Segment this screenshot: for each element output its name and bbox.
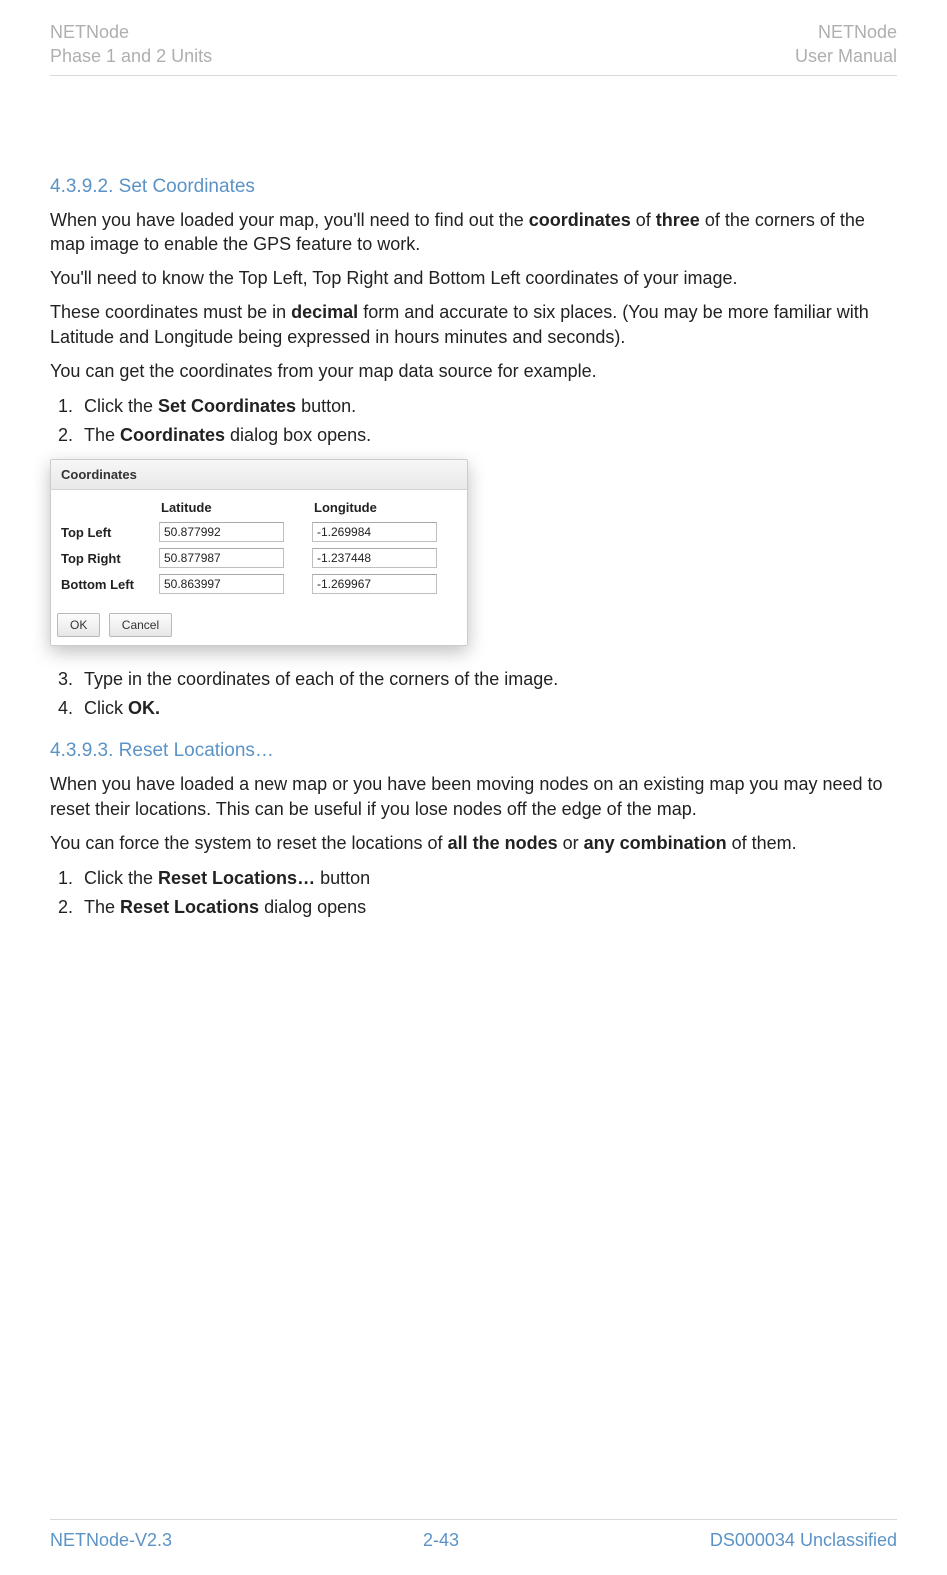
text: Click the — [84, 396, 158, 416]
bold-text: OK. — [128, 698, 160, 718]
header-right-line1: NETNode — [795, 20, 897, 44]
row-label-top-right: Top Right — [57, 545, 155, 571]
row-label-bottom-left: Bottom Left — [57, 571, 155, 597]
footer-right: DS000034 Unclassified — [710, 1530, 897, 1551]
bold-text: Reset Locations — [120, 897, 259, 917]
cancel-button[interactable]: Cancel — [109, 613, 172, 637]
bottom-left-lon-input[interactable] — [312, 574, 437, 594]
text: of them. — [727, 833, 797, 853]
latitude-header: Latitude — [155, 496, 308, 519]
header-left-line1: NETNode — [50, 20, 212, 44]
ordered-list: Type in the coordinates of each of the c… — [50, 666, 897, 722]
list-item: Type in the coordinates of each of the c… — [78, 666, 897, 693]
text: button. — [296, 396, 356, 416]
header-left: NETNode Phase 1 and 2 Units — [50, 20, 212, 69]
list-item: Click the Reset Locations… button — [78, 865, 897, 892]
longitude-header: Longitude — [308, 496, 461, 519]
list-item: Click the Set Coordinates button. — [78, 393, 897, 420]
ok-button[interactable]: OK — [57, 613, 100, 637]
top-right-lon-input[interactable] — [312, 548, 437, 568]
header-right: NETNode User Manual — [795, 20, 897, 69]
text: of — [631, 210, 656, 230]
text: When you have loaded your map, you'll ne… — [50, 210, 529, 230]
coordinates-dialog: Coordinates Latitude Longitude Top Left … — [50, 459, 468, 646]
text: Click — [84, 698, 128, 718]
bold-text: three — [656, 210, 700, 230]
paragraph: You'll need to know the Top Left, Top Ri… — [50, 266, 897, 290]
top-right-lat-input[interactable] — [159, 548, 284, 568]
table-header-row: Latitude Longitude — [57, 496, 461, 519]
paragraph: When you have loaded a new map or you ha… — [50, 772, 897, 821]
top-left-lat-input[interactable] — [159, 522, 284, 542]
text: These coordinates must be in — [50, 302, 291, 322]
paragraph: You can get the coordinates from your ma… — [50, 359, 897, 383]
text: You can force the system to reset the lo… — [50, 833, 448, 853]
bold-text: decimal — [291, 302, 358, 322]
header-right-line2: User Manual — [795, 44, 897, 68]
footer-left: NETNode-V2.3 — [50, 1530, 172, 1551]
bold-text: Reset Locations… — [158, 868, 315, 888]
row-label-top-left: Top Left — [57, 519, 155, 545]
text: The — [84, 897, 120, 917]
page-footer: NETNode-V2.3 2-43 DS000034 Unclassified — [50, 1519, 897, 1551]
bold-text: Coordinates — [120, 425, 225, 445]
list-item: The Coordinates dialog box opens. — [78, 422, 897, 449]
page-header: NETNode Phase 1 and 2 Units NETNode User… — [50, 20, 897, 76]
text: Click the — [84, 868, 158, 888]
bold-text: any combination — [584, 833, 727, 853]
bold-text: all the nodes — [448, 833, 558, 853]
table-row: Bottom Left — [57, 571, 461, 597]
list-item: Click OK. — [78, 695, 897, 722]
text: or — [558, 833, 584, 853]
dialog-body: Latitude Longitude Top Left Top Right Bo… — [51, 490, 467, 607]
bold-text: Set Coordinates — [158, 396, 296, 416]
dialog-button-row: OK Cancel — [51, 607, 467, 645]
bold-text: coordinates — [529, 210, 631, 230]
paragraph: When you have loaded your map, you'll ne… — [50, 208, 897, 257]
text: The — [84, 425, 120, 445]
list-item: The Reset Locations dialog opens — [78, 894, 897, 921]
text: dialog box opens. — [225, 425, 371, 445]
table-row: Top Right — [57, 545, 461, 571]
ordered-list: Click the Set Coordinates button. The Co… — [50, 393, 897, 449]
section-title-set-coordinates: 4.3.9.2. Set Coordinates — [50, 176, 897, 198]
table-row: Top Left — [57, 519, 461, 545]
paragraph: These coordinates must be in decimal for… — [50, 300, 897, 349]
footer-center: 2-43 — [423, 1530, 459, 1551]
header-left-line2: Phase 1 and 2 Units — [50, 44, 212, 68]
paragraph: You can force the system to reset the lo… — [50, 831, 897, 855]
bottom-left-lat-input[interactable] — [159, 574, 284, 594]
ordered-list: Click the Reset Locations… button The Re… — [50, 865, 897, 921]
text: dialog opens — [259, 897, 366, 917]
section-title-reset-locations: 4.3.9.3. Reset Locations… — [50, 740, 897, 762]
coordinates-table: Latitude Longitude Top Left Top Right Bo… — [57, 496, 461, 597]
top-left-lon-input[interactable] — [312, 522, 437, 542]
dialog-title: Coordinates — [51, 460, 467, 490]
text: button — [315, 868, 370, 888]
